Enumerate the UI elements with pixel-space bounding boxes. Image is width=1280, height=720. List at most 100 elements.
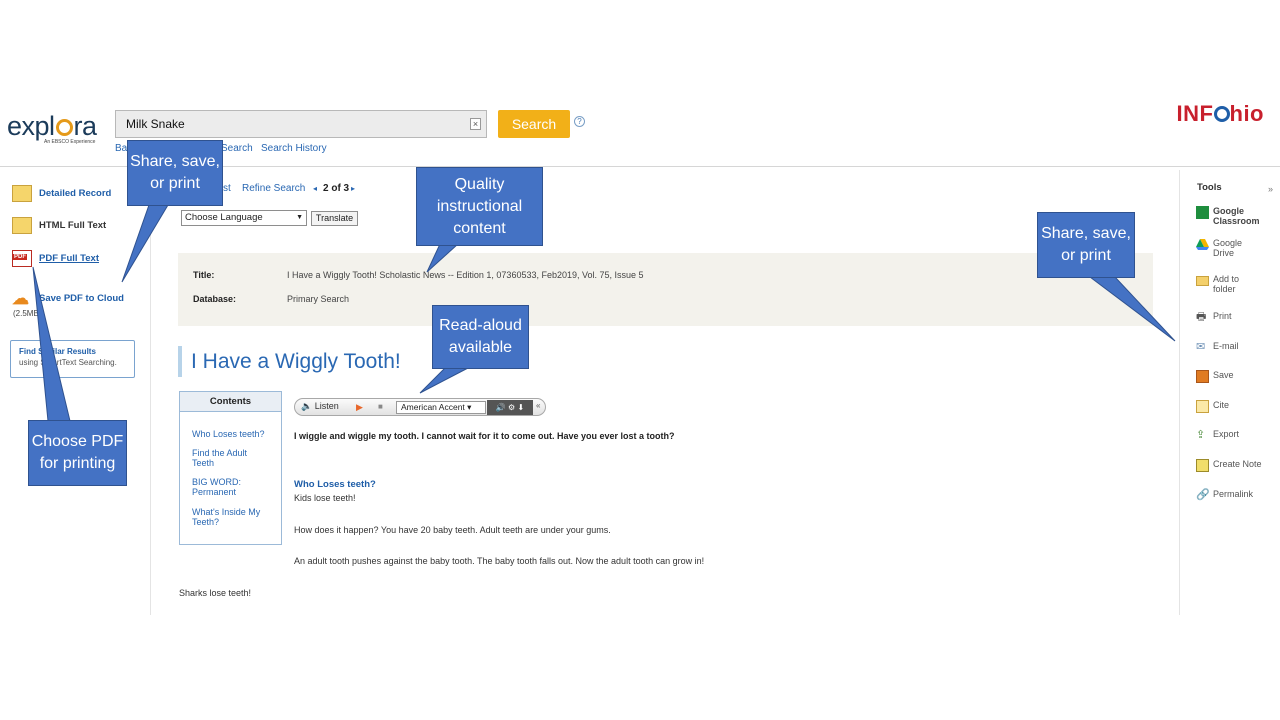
html-full-text-label: HTML Full Text <box>39 219 107 231</box>
brand-prefix: INF <box>1176 101 1214 126</box>
tool-google-drive[interactable]: Google Drive <box>1196 238 1253 258</box>
logo-text-end: ra <box>73 111 98 141</box>
accent-select[interactable]: American Accent ▾ <box>396 401 486 414</box>
callout-share-right: Share, save, or print <box>1037 212 1135 278</box>
save-pdf-to-cloud-label: Save PDF to Cloud <box>39 292 124 304</box>
html-full-text-link[interactable]: HTML Full Text <box>12 214 106 236</box>
tool-create-note[interactable]: Create Note <box>1196 459 1262 472</box>
logo-subtitle: An EBSCO Experience <box>44 139 96 145</box>
paragraph-2: How does it happen? You have 20 baby tee… <box>294 525 611 535</box>
clear-search-icon[interactable]: × <box>470 118 481 130</box>
title-label: Title: <box>193 270 215 280</box>
tool-print[interactable]: 🖶 Print <box>1196 311 1232 324</box>
tool-label: Add to folder <box>1213 274 1240 294</box>
paragraph-1: Kids lose teeth! <box>294 493 356 503</box>
tool-label: Save <box>1213 370 1234 380</box>
tool-add-to-folder[interactable]: Add to folder <box>1196 274 1253 294</box>
advanced-search-link[interactable]: Search <box>221 143 253 154</box>
save-pdf-to-cloud-link[interactable]: ☁ Save PDF to Cloud <box>12 287 124 309</box>
search-button[interactable]: Search <box>498 110 570 138</box>
brand-suffix: hio <box>1229 101 1264 126</box>
paragraph-3: An adult tooth pushes against the baby t… <box>294 556 705 566</box>
pdf-full-text-link[interactable]: PDF Full Text <box>12 247 99 269</box>
tool-label: Google Drive <box>1213 238 1243 258</box>
logo-text-start: expl <box>7 111 55 141</box>
find-similar-results[interactable]: Find Similar Results using SmartText Sea… <box>10 340 135 378</box>
tool-cite[interactable]: Cite <box>1196 400 1229 413</box>
basic-search-link[interactable]: Ba <box>115 143 127 154</box>
tool-google-classroom[interactable]: Google Classroom <box>1196 206 1263 226</box>
callout-read-aloud: Read-aloud available <box>432 305 529 369</box>
contents-link-big-word[interactable]: BIG WORD: Permanent <box>192 477 267 497</box>
tool-email[interactable]: ✉ E-mail <box>1196 341 1239 354</box>
tools-divider <box>1179 170 1180 615</box>
search-input[interactable] <box>116 111 446 137</box>
save-icon <box>1196 370 1209 383</box>
google-classroom-icon <box>1196 206 1209 219</box>
result-pager-text: 2 of 3 <box>323 183 350 194</box>
contents-link-find-adult-teeth[interactable]: Find the Adult Teeth <box>192 448 267 468</box>
logo-o-icon <box>55 119 73 136</box>
collapse-player-icon[interactable]: « <box>536 401 540 410</box>
pdf-file-size: (2.5MB) <box>13 309 42 318</box>
collapse-tools-icon[interactable]: » <box>1268 184 1273 194</box>
language-select[interactable]: Choose Language ▼ <box>181 210 307 226</box>
help-icon[interactable]: ? <box>574 116 585 127</box>
refine-search-link[interactable]: Refine Search <box>242 183 305 194</box>
html-icon <box>12 216 32 234</box>
tool-label: Cite <box>1213 400 1230 410</box>
article-intro: I wiggle and wiggle my tooth. I cannot w… <box>294 431 675 441</box>
read-aloud-player: 🔈 Listen ▶ ■ American Accent ▾ 🔊 ⚙ ⬇ « <box>294 398 546 416</box>
title-value: I Have a Wiggly Tooth! Scholastic News -… <box>287 270 644 280</box>
previous-result-icon[interactable]: ◂ <box>313 184 317 193</box>
email-icon: ✉ <box>1196 341 1206 353</box>
language-select-value: Choose Language <box>185 212 263 223</box>
infohio-logo[interactable]: INF hio <box>1177 101 1264 127</box>
power-icon <box>1213 106 1230 122</box>
print-icon: 🖶 <box>1196 311 1207 323</box>
search-history-link[interactable]: Search History <box>261 143 327 154</box>
paragraph-4: Sharks lose teeth! <box>179 588 252 598</box>
export-icon: ⇪ <box>1196 429 1206 441</box>
detailed-record-label: Detailed Record <box>39 187 112 199</box>
pdf-icon <box>12 249 32 267</box>
contents-heading: Contents <box>180 392 281 412</box>
translate-button[interactable]: Translate <box>311 211 358 226</box>
player-controls[interactable]: 🔊 ⚙ ⬇ <box>487 400 533 415</box>
database-value: Primary Search <box>287 294 350 304</box>
contents-link-whats-inside[interactable]: What's Inside My Teeth? <box>192 507 272 527</box>
read-aloud-pointer <box>419 367 469 394</box>
record-metadata <box>178 253 1153 326</box>
tools-title: Tools <box>1197 182 1222 193</box>
google-drive-icon <box>1196 238 1209 251</box>
contents-link-who-loses-teeth[interactable]: Who Loses teeth? <box>192 429 265 439</box>
pdf-full-text-label: PDF Full Text <box>39 252 99 264</box>
listen-button[interactable]: 🔈 Listen <box>301 401 339 412</box>
title-accent-bar <box>178 346 182 377</box>
callout-choose-pdf: Choose PDF for printing <box>28 420 127 486</box>
callout-quality-content: Quality instructional content <box>416 167 543 246</box>
explora-logo[interactable]: expl ra An EBSCO Experience <box>7 112 107 148</box>
callout-share-left: Share, save, or print <box>127 140 223 206</box>
database-label: Database: <box>193 294 237 304</box>
tool-permalink[interactable]: 🔗 Permalink <box>1196 489 1253 502</box>
tool-label: Google Classroom <box>1213 206 1260 226</box>
link-icon: 🔗 <box>1196 489 1210 501</box>
tool-label: Export <box>1213 429 1240 439</box>
result-list-link[interactable]: st <box>223 183 231 194</box>
left-column-divider <box>150 170 151 615</box>
tool-export[interactable]: ⇪ Export <box>1196 429 1239 442</box>
share-left-pointer <box>121 204 169 283</box>
tool-label: E-mail <box>1213 341 1239 351</box>
cite-icon <box>1196 400 1209 413</box>
tool-label: Permalink <box>1213 489 1254 499</box>
stop-icon[interactable]: ■ <box>378 402 383 411</box>
detailed-record-link[interactable]: Detailed Record <box>12 182 111 204</box>
contents-box: Contents Who Loses teeth? Find the Adult… <box>179 391 282 545</box>
section-heading-who-loses-teeth: Who Loses teeth? <box>294 479 376 490</box>
tool-save[interactable]: Save <box>1196 370 1234 383</box>
play-icon[interactable]: ▶ <box>356 402 363 413</box>
cloud-upload-icon: ☁ <box>12 288 29 308</box>
tool-label: Create Note <box>1213 459 1262 469</box>
next-result-icon[interactable]: ▸ <box>351 184 355 193</box>
